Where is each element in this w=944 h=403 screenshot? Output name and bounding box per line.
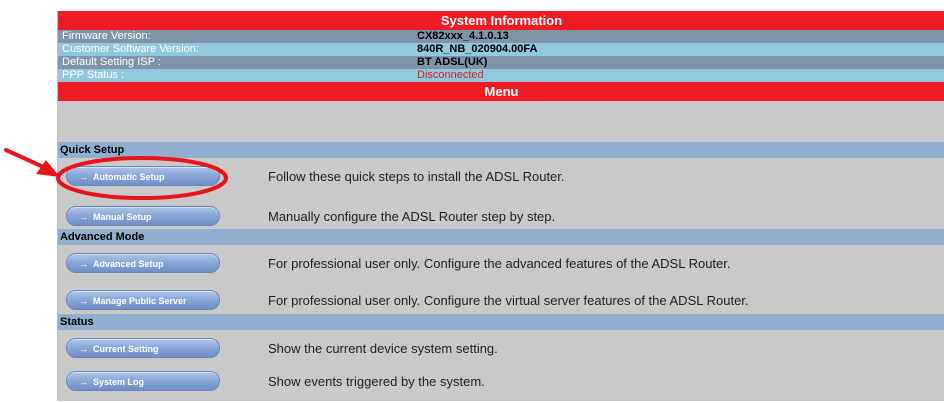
arrow-right-icon: → bbox=[79, 344, 88, 354]
arrow-right-icon: → bbox=[79, 212, 88, 222]
system-log-button[interactable]: → System Log bbox=[66, 371, 220, 391]
advanced-setup-button-label: Advanced Setup bbox=[93, 259, 164, 269]
section-quick-setup: Quick Setup bbox=[58, 142, 944, 158]
manual-setup-description: Manually configure the ADSL Router step … bbox=[268, 209, 556, 224]
menu-item-advanced-setup: → Advanced Setup For professional user o… bbox=[58, 245, 944, 285]
current-setting-description: Show the current device system setting. bbox=[268, 341, 498, 356]
advanced-setup-description: For professional user only. Configure th… bbox=[268, 256, 731, 271]
menu-item-system-log: → System Log Show events triggered by th… bbox=[58, 363, 944, 403]
router-status-panel: System Information Firmware Version: CX8… bbox=[57, 11, 944, 401]
menu-header: Menu bbox=[58, 82, 944, 101]
ppp-status-row: PPP Status : Disconnected bbox=[58, 69, 944, 82]
menu-item-automatic-setup: → Automatic Setup Follow these quick ste… bbox=[58, 158, 944, 198]
pointer-arrow-shaft bbox=[4, 148, 52, 172]
automatic-setup-description: Follow these quick steps to install the … bbox=[268, 169, 565, 184]
system-information-header: System Information bbox=[58, 11, 944, 30]
automatic-setup-button-label: Automatic Setup bbox=[93, 172, 165, 182]
customer-software-version-label: Customer Software Version: bbox=[62, 43, 199, 55]
automatic-setup-button[interactable]: → Automatic Setup bbox=[66, 166, 220, 186]
customer-software-version-row: Customer Software Version: 840R_NB_02090… bbox=[58, 43, 944, 56]
arrow-right-icon: → bbox=[79, 259, 88, 269]
arrow-right-icon: → bbox=[79, 172, 88, 182]
system-log-description: Show events triggered by the system. bbox=[268, 374, 485, 389]
manage-public-server-button-label: Manage Public Server bbox=[93, 296, 187, 306]
manage-public-server-button[interactable]: → Manage Public Server bbox=[66, 290, 220, 310]
section-status: Status bbox=[58, 314, 944, 330]
firmware-version-row: Firmware Version: CX82xxx_4.1.0.13 bbox=[58, 30, 944, 43]
firmware-version-label: Firmware Version: bbox=[62, 30, 151, 42]
default-isp-row: Default Setting ISP : BT ADSL(UK) bbox=[58, 56, 944, 69]
ppp-status-label: PPP Status : bbox=[62, 69, 125, 81]
manual-setup-button-label: Manual Setup bbox=[93, 212, 152, 222]
arrow-right-icon: → bbox=[79, 377, 88, 387]
arrow-right-icon: → bbox=[79, 296, 88, 306]
current-setting-button-label: Current Setting bbox=[93, 344, 159, 354]
firmware-version-value: CX82xxx_4.1.0.13 bbox=[417, 30, 509, 42]
customer-software-version-value: 840R_NB_020904.00FA bbox=[417, 43, 538, 55]
ppp-status-value: Disconnected bbox=[417, 69, 484, 81]
section-advanced-mode: Advanced Mode bbox=[58, 229, 944, 245]
current-setting-button[interactable]: → Current Setting bbox=[66, 338, 220, 358]
default-isp-value: BT ADSL(UK) bbox=[417, 56, 488, 68]
manage-public-server-description: For professional user only. Configure th… bbox=[268, 293, 749, 308]
system-log-button-label: System Log bbox=[93, 377, 145, 387]
default-isp-label: Default Setting ISP : bbox=[62, 56, 161, 68]
advanced-setup-button[interactable]: → Advanced Setup bbox=[66, 253, 220, 273]
manual-setup-button[interactable]: → Manual Setup bbox=[66, 206, 220, 226]
